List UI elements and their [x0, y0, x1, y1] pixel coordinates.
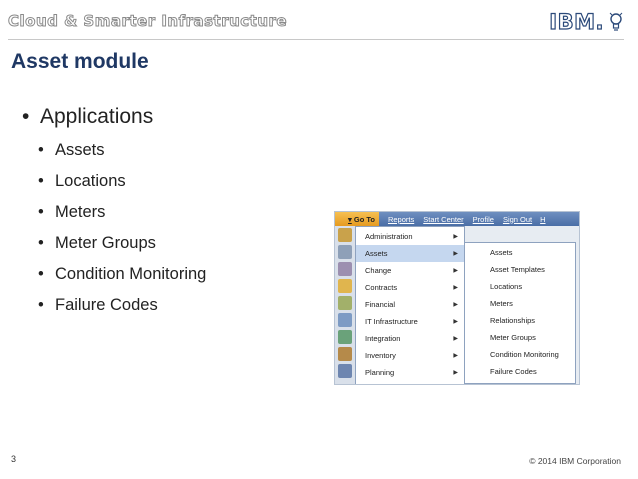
contracts-icon	[338, 279, 352, 293]
submenu-item-meters[interactable]: Meters	[465, 295, 513, 312]
goto-menu: Administration ▶ Assets ▶ Change ▶ Contract…	[355, 226, 465, 384]
sub-bullet: • Failure Codes	[38, 296, 158, 314]
top-navigation-bar: ▾ Go To Reports Start Center Profile Sig…	[335, 212, 579, 226]
chevron-down-icon: ▾	[348, 214, 352, 224]
bullet-icon: •	[22, 105, 30, 128]
main-bullet-label: Applications	[40, 105, 154, 128]
reports-link[interactable]: Reports	[388, 215, 414, 224]
inventory-icon	[338, 347, 352, 361]
ibm-logo-text: IBM.	[549, 9, 604, 34]
change-icon	[338, 262, 352, 276]
sign-out-link[interactable]: Sign Out	[503, 215, 532, 224]
submenu-item-locations[interactable]: Locations	[465, 278, 522, 295]
header-divider	[8, 39, 624, 40]
menu-item-assets[interactable]: Assets ▶	[356, 245, 464, 262]
menu-item-administration[interactable]: Administration ▶	[356, 228, 464, 245]
bullet-icon: •	[38, 172, 44, 190]
administration-icon	[338, 228, 352, 242]
menu-item-contracts[interactable]: Contracts ▶	[356, 279, 464, 296]
menu-item-it-infrastructure[interactable]: IT Infrastructure ▶	[356, 313, 464, 330]
arrow-right-icon: ▶	[453, 268, 458, 274]
main-bullet: • Applications	[22, 105, 153, 129]
arrow-right-icon: ▶	[453, 251, 458, 257]
goto-button[interactable]: ▾ Go To	[335, 212, 379, 226]
arrow-right-icon: ▶	[453, 302, 458, 308]
module-icon-column	[335, 226, 355, 384]
menu-item-change[interactable]: Change ▶	[356, 262, 464, 279]
goto-menu-screenshot: ▾ Go To Reports Start Center Profile Sig…	[334, 211, 580, 385]
lightbulb-icon	[609, 12, 623, 31]
copyright-text: © 2014 IBM Corporation	[529, 456, 621, 466]
submenu-item-relationships[interactable]: Relationships	[465, 312, 535, 329]
sub-bullet-list: • Assets • Locations • Meters • Meter Groups…	[38, 141, 206, 327]
ibm-logo: IBM.	[549, 9, 624, 35]
arrow-right-icon: ▶	[453, 319, 458, 325]
start-center-link[interactable]: Start Center	[423, 215, 463, 224]
arrow-right-icon: ▶	[453, 370, 458, 376]
submenu-item-assets[interactable]: Assets	[465, 244, 513, 261]
arrow-right-icon: ▶	[453, 336, 458, 342]
menu-item-inventory[interactable]: Inventory ▶	[356, 347, 464, 364]
planning-icon	[338, 364, 352, 378]
sub-bullet: • Meters	[38, 203, 106, 221]
menu-item-integration[interactable]: Integration ▶	[356, 330, 464, 347]
financial-icon	[338, 296, 352, 310]
assets-submenu: Assets Asset Templates Locations Meters …	[464, 242, 576, 384]
page-number: 3	[11, 454, 17, 464]
bullet-icon: •	[38, 141, 44, 159]
submenu-item-failure-codes[interactable]: Failure Codes	[465, 363, 537, 380]
submenu-item-meter-groups[interactable]: Meter Groups	[465, 329, 536, 346]
submenu-item-condition-monitoring[interactable]: Condition Monitoring	[465, 346, 559, 363]
truncated-link[interactable]: H	[540, 215, 545, 224]
assets-icon	[338, 245, 352, 259]
brand-text: Cloud & Smarter Infrastructure	[7, 12, 288, 31]
sub-bullet: • Locations	[38, 172, 126, 190]
bullet-icon: •	[38, 203, 44, 221]
bullet-icon: •	[38, 296, 44, 314]
arrow-right-icon: ▶	[453, 353, 458, 359]
it-infrastructure-icon	[338, 313, 352, 327]
arrow-right-icon: ▶	[453, 234, 458, 240]
arrow-right-icon: ▶	[453, 285, 458, 291]
integration-icon	[338, 330, 352, 344]
slide-title: Asset module	[11, 50, 149, 73]
profile-link[interactable]: Profile	[473, 215, 494, 224]
sub-bullet: • Condition Monitoring	[38, 265, 207, 283]
bullet-icon: •	[38, 234, 44, 252]
menu-item-financial[interactable]: Financial ▶	[356, 296, 464, 313]
bullet-icon: •	[38, 265, 44, 283]
sub-bullet: • Assets	[38, 141, 105, 159]
sub-bullet: • Meter Groups	[38, 234, 156, 252]
menu-item-planning[interactable]: Planning ▶	[356, 364, 464, 381]
submenu-item-asset-templates[interactable]: Asset Templates	[465, 261, 545, 278]
